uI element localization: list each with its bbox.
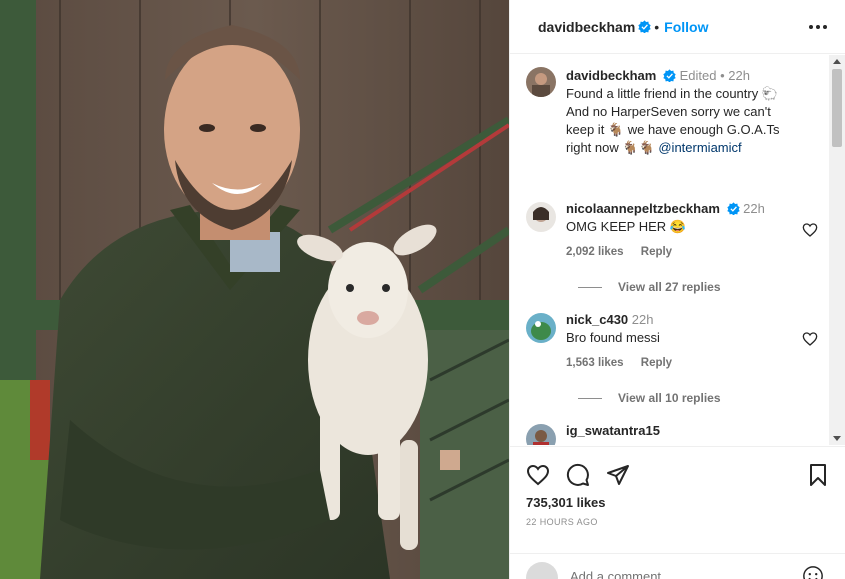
header-username[interactable]: davidbeckham: [538, 19, 635, 35]
comment-like-icon[interactable]: [802, 222, 818, 238]
commenter-avatar[interactable]: [526, 424, 556, 445]
comment-item: nick_c430 22h Bro found messi 1,563 like…: [526, 311, 826, 411]
post-photo[interactable]: [0, 0, 509, 579]
scroll-down-icon[interactable]: [833, 436, 841, 441]
comments-scrollbar[interactable]: [829, 55, 845, 445]
mention-link[interactable]: @intermiamicf: [658, 140, 741, 155]
post-image: [0, 0, 509, 579]
comment-meta: 1,563 likes Reply: [566, 357, 686, 369]
scroll-up-icon[interactable]: [833, 59, 841, 64]
commenter-avatar[interactable]: [526, 202, 556, 232]
viewer-avatar: [526, 562, 558, 579]
comment-age[interactable]: 22h: [743, 201, 765, 216]
add-comment-input[interactable]: [570, 565, 790, 579]
caption-line-3: keep it 🐐 we have enough G.O.A.Ts: [566, 122, 780, 137]
comment-text: Bro found messi: [566, 330, 660, 345]
caption-line-4: right now 🐐🐐: [566, 140, 659, 155]
view-replies-label: View all 27 replies: [618, 280, 721, 294]
comment-likes[interactable]: 1,563 likes: [566, 357, 624, 369]
post-header: davidbeckham • Follow: [510, 0, 845, 54]
comment-item: ig_swatantra15: [526, 422, 826, 445]
caption: davidbeckham Edited • 22h Found a little…: [526, 67, 826, 167]
reply-button[interactable]: Reply: [641, 246, 672, 258]
comment-item: nicolaannepeltzbeckham 22h OMG KEEP HER …: [526, 200, 826, 300]
verified-badge-icon: [663, 69, 676, 82]
post-timestamp[interactable]: 22 HOURS AGO: [526, 517, 598, 527]
comment-meta: 2,092 likes Reply: [566, 246, 686, 258]
replies-divider: [578, 287, 602, 289]
caption-age[interactable]: 22h: [728, 68, 750, 83]
comment-like-icon[interactable]: [802, 331, 818, 347]
edited-label[interactable]: Edited: [680, 68, 717, 83]
comment-username[interactable]: nicolaannepeltzbeckham: [566, 201, 720, 216]
follow-button[interactable]: Follow: [664, 19, 708, 35]
caption-line-1: Found a little friend in the country 🐑: [566, 86, 779, 101]
heart-icon[interactable]: [526, 463, 550, 487]
likes-count[interactable]: 735,301 likes: [526, 495, 606, 510]
add-comment-bar: [510, 553, 845, 579]
comment-text: OMG KEEP HER 😂: [566, 219, 686, 234]
comment-username[interactable]: ig_swatantra15: [566, 423, 660, 438]
post-panel: davidbeckham • Follow davidbeckham Edite…: [509, 0, 845, 579]
comment-age[interactable]: 22h: [632, 312, 654, 327]
more-options-icon[interactable]: [809, 19, 827, 35]
replies-divider: [578, 398, 602, 400]
comment-likes[interactable]: 2,092 likes: [566, 246, 624, 258]
bookmark-icon[interactable]: [806, 463, 830, 487]
commenter-avatar[interactable]: [526, 313, 556, 343]
comment-icon[interactable]: [566, 463, 590, 487]
view-replies-label: View all 10 replies: [618, 391, 721, 405]
verified-badge-icon: [638, 20, 651, 33]
caption-line-2: And no HarperSeven sorry we can't: [566, 104, 771, 119]
view-replies-button[interactable]: View all 10 replies: [578, 391, 721, 405]
header-separator: •: [654, 18, 660, 35]
caption-dot: •: [720, 68, 725, 83]
caption-username[interactable]: davidbeckham: [566, 68, 656, 83]
emoji-icon[interactable]: [802, 565, 824, 579]
author-avatar[interactable]: [526, 67, 556, 97]
share-icon[interactable]: [606, 463, 630, 487]
verified-badge-icon: [726, 202, 740, 215]
view-replies-button[interactable]: View all 27 replies: [578, 280, 721, 294]
comment-username[interactable]: nick_c430: [566, 312, 628, 327]
action-bar: 735,301 likes 22 HOURS AGO: [510, 446, 845, 579]
reply-button[interactable]: Reply: [641, 357, 672, 369]
comments-list[interactable]: davidbeckham Edited • 22h Found a little…: [510, 55, 845, 445]
scroll-thumb[interactable]: [832, 69, 842, 147]
